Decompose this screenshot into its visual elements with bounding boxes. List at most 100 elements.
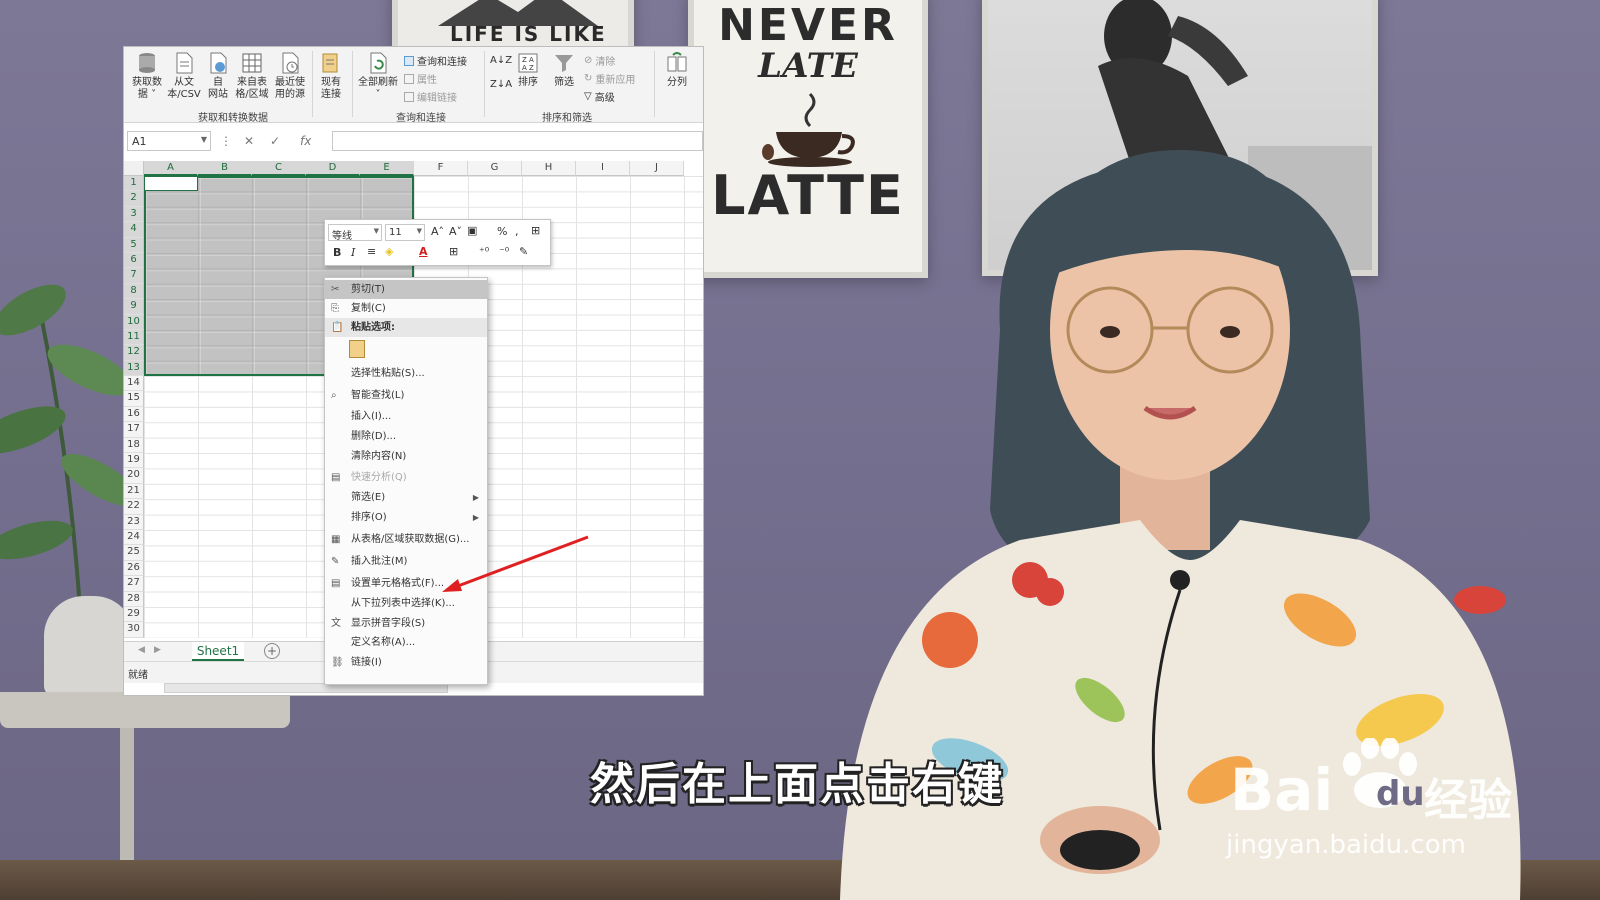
- number-format-icon[interactable]: ▣: [467, 224, 477, 237]
- row-header[interactable]: 20: [124, 468, 144, 484]
- fill-color-icon[interactable]: ◈: [385, 245, 393, 258]
- recent-sources-button[interactable]: 最近使 用的源: [270, 51, 310, 101]
- row-header[interactable]: 10: [124, 314, 144, 330]
- row-header[interactable]: 4: [124, 222, 144, 238]
- row-header[interactable]: 14: [124, 376, 144, 392]
- row-header[interactable]: 6: [124, 252, 144, 269]
- column-header[interactable]: J: [630, 161, 684, 176]
- enter-formula-button[interactable]: ✓: [270, 134, 280, 148]
- paste-icon[interactable]: [349, 340, 365, 358]
- edit-links-button[interactable]: 编辑链接: [404, 89, 457, 104]
- row-header[interactable]: 3: [124, 206, 144, 223]
- menu-item-smart-lookup[interactable]: ⌕ 智能查找(L): [325, 386, 487, 405]
- menu-item-delete[interactable]: 删除(D)...: [325, 427, 487, 446]
- insert-function-button[interactable]: fx: [300, 134, 311, 148]
- sort-button[interactable]: Z AA Z 排序: [514, 51, 542, 89]
- row-header[interactable]: 7: [124, 268, 144, 284]
- increase-decimal-icon[interactable]: ⁺⁰: [479, 245, 489, 258]
- name-box[interactable]: A1 ▼: [127, 131, 211, 151]
- row-header[interactable]: 17: [124, 422, 144, 438]
- refresh-all-button[interactable]: 全部刷新 ˅: [356, 51, 400, 101]
- formula-input[interactable]: [332, 131, 703, 151]
- font-name-select[interactable]: 等线 ▼: [328, 224, 382, 242]
- column-header[interactable]: H: [522, 161, 576, 176]
- row-header[interactable]: 23: [124, 514, 144, 530]
- existing-connections-button[interactable]: 现有 连接: [314, 51, 348, 101]
- row-header[interactable]: 26: [124, 560, 144, 577]
- advanced-filter-button[interactable]: ▽ 高级: [584, 89, 615, 104]
- row-header[interactable]: 1: [124, 176, 144, 192]
- menu-item-copy[interactable]: ⎘ 复制(C): [325, 299, 487, 318]
- increase-font-icon[interactable]: A˄: [431, 225, 444, 238]
- italic-icon[interactable]: I: [351, 246, 355, 259]
- menu-item-show-phonetic[interactable]: 文显示拼音字段(S): [325, 614, 487, 633]
- menu-item-link[interactable]: ⛓ 链接(I): [325, 653, 487, 672]
- filter-button[interactable]: 筛选: [550, 51, 578, 89]
- menu-item-define-name[interactable]: 定义名称(A)...: [325, 633, 487, 652]
- column-header[interactable]: A: [144, 161, 198, 176]
- get-data-button[interactable]: 获取数 据 ˅: [127, 51, 167, 101]
- row-header[interactable]: 13: [124, 360, 144, 377]
- merge-cells-icon[interactable]: ⊞: [531, 224, 540, 237]
- row-header[interactable]: 9: [124, 299, 144, 315]
- cancel-formula-button[interactable]: ✕: [244, 134, 254, 148]
- column-header[interactable]: F: [414, 161, 468, 176]
- from-web-button[interactable]: 自 网站: [201, 51, 235, 101]
- row-header[interactable]: 5: [124, 237, 144, 253]
- font-color-icon[interactable]: A: [419, 245, 428, 258]
- row-header[interactable]: 27: [124, 576, 144, 592]
- row-header[interactable]: 21: [124, 483, 144, 500]
- row-header[interactable]: 22: [124, 499, 144, 515]
- row-header[interactable]: 12: [124, 345, 144, 361]
- percent-icon[interactable]: %: [497, 225, 507, 238]
- row-header[interactable]: 19: [124, 453, 144, 469]
- borders-icon[interactable]: ⊞: [449, 245, 458, 258]
- chevron-down-icon[interactable]: ▼: [201, 135, 207, 144]
- from-table-button[interactable]: 来自表 格/区域: [232, 51, 272, 101]
- row-header[interactable]: 30: [124, 622, 144, 638]
- menu-item-filter[interactable]: 筛选(E) ▶: [325, 488, 487, 507]
- menu-item-paste-special[interactable]: 选择性粘贴(S)...: [325, 364, 487, 383]
- sort-az-button[interactable]: A↓Z: [490, 55, 512, 66]
- menu-item-clear-contents[interactable]: 清除内容(N): [325, 447, 487, 466]
- column-header[interactable]: D: [306, 161, 360, 176]
- add-sheet-button[interactable]: +: [264, 643, 280, 659]
- from-text-csv-button[interactable]: 从文 本/CSV: [164, 51, 204, 101]
- menu-item-insert[interactable]: 插入(I)...: [325, 407, 487, 426]
- clear-filter-button[interactable]: ⊘ 清除: [584, 53, 615, 68]
- select-all-corner[interactable]: [124, 161, 144, 176]
- column-header[interactable]: B: [198, 161, 252, 176]
- properties-button[interactable]: 属性: [404, 71, 437, 86]
- column-header[interactable]: G: [468, 161, 522, 176]
- active-cell[interactable]: [144, 176, 198, 191]
- menu-item-sort[interactable]: 排序(O) ▶: [325, 508, 487, 527]
- column-header[interactable]: C: [252, 161, 306, 176]
- sort-za-button[interactable]: Z↓A: [490, 79, 512, 90]
- format-painter-icon[interactable]: ✎: [519, 245, 528, 258]
- column-header[interactable]: E: [360, 161, 414, 176]
- column-header[interactable]: I: [576, 161, 630, 176]
- comma-style-icon[interactable]: ,: [515, 225, 519, 238]
- next-sheet-icon[interactable]: ▶: [154, 645, 161, 655]
- menu-item-pick-from-dropdown[interactable]: 从下拉列表中选择(K)...: [325, 594, 487, 613]
- bold-icon[interactable]: B: [333, 246, 341, 259]
- row-header[interactable]: 16: [124, 406, 144, 423]
- row-header[interactable]: 28: [124, 591, 144, 607]
- row-header[interactable]: 25: [124, 545, 144, 561]
- font-size-select[interactable]: 11 ▼: [385, 224, 425, 241]
- prev-sheet-icon[interactable]: ◀: [138, 645, 145, 655]
- text-to-columns-button[interactable]: 分列: [662, 51, 692, 89]
- row-header[interactable]: 29: [124, 606, 144, 623]
- row-header[interactable]: 15: [124, 391, 144, 407]
- row-header[interactable]: 24: [124, 529, 144, 546]
- decrease-font-icon[interactable]: A˅: [449, 225, 462, 238]
- sheet-tab[interactable]: Sheet1: [192, 642, 244, 661]
- queries-connections-button[interactable]: 查询和连接: [404, 53, 467, 68]
- menu-item-quick-analysis[interactable]: ▤ 快速分析(Q): [325, 468, 487, 487]
- reapply-button[interactable]: ↻ 重新应用: [584, 71, 635, 86]
- align-center-icon[interactable]: ≡: [367, 245, 376, 258]
- row-header[interactable]: 18: [124, 437, 144, 454]
- menu-item-cut[interactable]: ✂ 剪切(T): [325, 280, 487, 299]
- row-header[interactable]: 2: [124, 191, 144, 207]
- row-header[interactable]: 11: [124, 329, 144, 346]
